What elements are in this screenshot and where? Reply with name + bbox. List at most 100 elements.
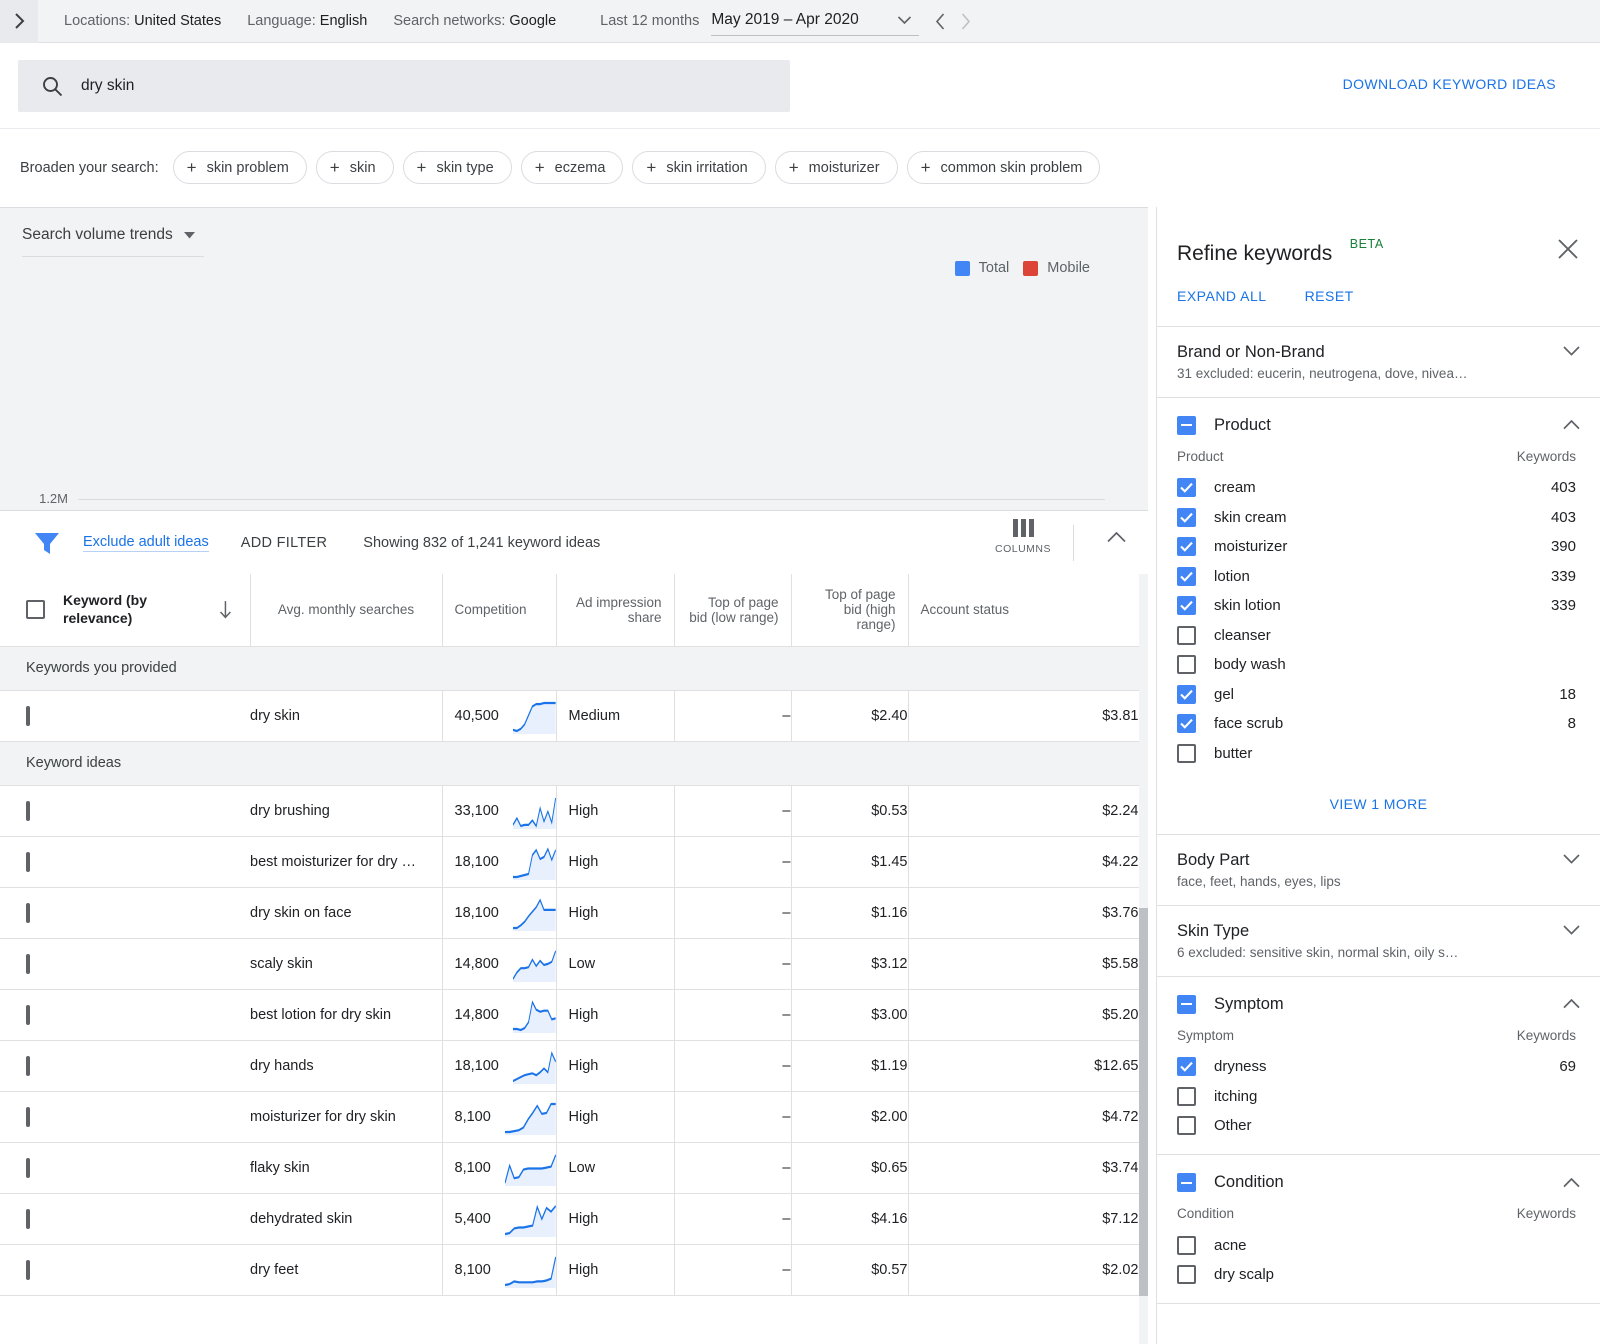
row-checkbox-cell[interactable] bbox=[0, 785, 250, 836]
refine-option[interactable]: cleanser bbox=[1177, 620, 1580, 650]
column-top-of-page-bid-high[interactable]: Top of page bid (high range) bbox=[791, 574, 908, 646]
row-checkbox-cell[interactable] bbox=[0, 1193, 250, 1244]
broaden-chip-common-skin-problem[interactable]: +common skin problem bbox=[907, 151, 1101, 184]
table-row[interactable]: best moisturizer for dry …18,100High–$1.… bbox=[0, 836, 1139, 887]
row-checkbox-cell[interactable] bbox=[0, 1040, 250, 1091]
refine-option[interactable]: dry scalp bbox=[1177, 1260, 1580, 1290]
refine-option-checkbox[interactable] bbox=[1177, 1265, 1196, 1284]
column-account-status[interactable]: Account status bbox=[908, 574, 1139, 646]
exclude-adult-ideas-link[interactable]: Exclude adult ideas bbox=[83, 534, 209, 552]
select-all-checkbox[interactable] bbox=[26, 600, 45, 619]
refine-section-header[interactable]: Skin Type6 excluded: sensitive skin, nor… bbox=[1157, 906, 1600, 976]
refine-option-checkbox[interactable] bbox=[1177, 1087, 1196, 1106]
refine-option-checkbox[interactable] bbox=[1177, 714, 1196, 733]
search-networks-filter[interactable]: Search networks: Google bbox=[393, 13, 556, 29]
table-row[interactable]: dry feet8,100High–$0.57$2.02 bbox=[0, 1244, 1139, 1295]
refine-option-checkbox[interactable] bbox=[1177, 508, 1196, 527]
table-scrollbar-thumb[interactable] bbox=[1139, 908, 1148, 1296]
column-ad-impression-share[interactable]: Ad impression share bbox=[556, 574, 674, 646]
row-checkbox[interactable] bbox=[26, 1158, 30, 1178]
table-row[interactable]: moisturizer for dry skin8,100High–$2.00$… bbox=[0, 1091, 1139, 1142]
refine-section-header[interactable]: Body Partface, feet, hands, eyes, lips bbox=[1157, 835, 1600, 905]
keyword-search-input[interactable]: dry skin bbox=[18, 60, 790, 112]
refine-option[interactable]: skin cream403 bbox=[1177, 502, 1580, 532]
reset-button[interactable]: RESET bbox=[1305, 288, 1354, 304]
download-keyword-ideas-button[interactable]: DOWNLOAD KEYWORD IDEAS bbox=[1343, 76, 1556, 92]
row-checkbox[interactable] bbox=[26, 1209, 30, 1229]
row-checkbox-cell[interactable] bbox=[0, 836, 250, 887]
view-more-button[interactable]: VIEW 1 MORE bbox=[1330, 796, 1428, 812]
table-row[interactable]: dry skin on face18,100High–$1.16$3.76 bbox=[0, 887, 1139, 938]
broaden-chip-moisturizer[interactable]: +moisturizer bbox=[775, 151, 898, 184]
date-range-selector[interactable]: May 2019 – Apr 2020 bbox=[711, 7, 919, 36]
refine-option-checkbox[interactable] bbox=[1177, 1236, 1196, 1255]
sidebar-expand-button[interactable] bbox=[0, 0, 38, 43]
row-checkbox[interactable] bbox=[26, 1056, 30, 1076]
deselect-all-checkbox[interactable] bbox=[1177, 416, 1196, 435]
columns-button[interactable]: COLUMNS bbox=[994, 519, 1052, 555]
column-keyword[interactable]: Keyword (by relevance) bbox=[0, 574, 250, 646]
table-row[interactable]: flaky skin8,100Low–$0.65$3.74 bbox=[0, 1142, 1139, 1193]
row-checkbox[interactable] bbox=[26, 706, 30, 726]
row-checkbox-cell[interactable] bbox=[0, 1142, 250, 1193]
table-row[interactable]: dry skin40,500Medium–$2.40$3.81 bbox=[0, 690, 1139, 741]
table-row[interactable]: best lotion for dry skin14,800High–$3.00… bbox=[0, 989, 1139, 1040]
refine-section-header[interactable]: Product bbox=[1157, 398, 1600, 449]
refine-option[interactable]: gel18 bbox=[1177, 679, 1580, 709]
refine-section-header[interactable]: Symptom bbox=[1157, 977, 1600, 1028]
table-row[interactable]: dehydrated skin5,400High–$4.16$7.12 bbox=[0, 1193, 1139, 1244]
sort-descending-icon[interactable] bbox=[219, 601, 232, 619]
refine-option-checkbox[interactable] bbox=[1177, 537, 1196, 556]
row-checkbox[interactable] bbox=[26, 1107, 30, 1127]
refine-option-checkbox[interactable] bbox=[1177, 596, 1196, 615]
refine-option[interactable]: body wash bbox=[1177, 650, 1580, 680]
broaden-chip-skin[interactable]: +skin bbox=[316, 151, 394, 184]
row-checkbox-cell[interactable] bbox=[0, 887, 250, 938]
row-checkbox[interactable] bbox=[26, 852, 30, 872]
deselect-all-checkbox[interactable] bbox=[1177, 995, 1196, 1014]
refine-option[interactable]: itching bbox=[1177, 1081, 1580, 1111]
column-avg-monthly-searches[interactable]: Avg. monthly searches bbox=[250, 574, 442, 646]
refine-section-header[interactable]: Brand or Non-Brand31 excluded: eucerin, … bbox=[1157, 327, 1600, 397]
row-checkbox[interactable] bbox=[26, 1005, 30, 1025]
locations-filter[interactable]: Locations: United States bbox=[64, 13, 221, 29]
add-filter-button[interactable]: ADD FILTER bbox=[241, 535, 328, 551]
broaden-chip-skin-problem[interactable]: +skin problem bbox=[173, 151, 307, 184]
row-checkbox[interactable] bbox=[26, 954, 30, 974]
chevron-left-icon[interactable] bbox=[935, 13, 946, 30]
broaden-chip-skin-irritation[interactable]: +skin irritation bbox=[632, 151, 765, 184]
table-row[interactable]: scaly skin14,800Low–$3.12$5.58 bbox=[0, 938, 1139, 989]
row-checkbox[interactable] bbox=[26, 903, 30, 923]
refine-option[interactable]: butter bbox=[1177, 738, 1580, 768]
row-checkbox-cell[interactable] bbox=[0, 938, 250, 989]
language-filter[interactable]: Language: English bbox=[247, 13, 367, 29]
chevron-up-icon[interactable] bbox=[1107, 531, 1126, 543]
refine-option-checkbox[interactable] bbox=[1177, 655, 1196, 674]
filter-funnel-icon[interactable] bbox=[33, 530, 61, 556]
refine-option-checkbox[interactable] bbox=[1177, 1116, 1196, 1135]
refine-option-checkbox[interactable] bbox=[1177, 744, 1196, 763]
refine-option[interactable]: face scrub8 bbox=[1177, 709, 1580, 739]
refine-option[interactable]: skin lotion339 bbox=[1177, 591, 1580, 621]
refine-option-checkbox[interactable] bbox=[1177, 626, 1196, 645]
column-competition[interactable]: Competition bbox=[442, 574, 556, 646]
refine-option[interactable]: moisturizer390 bbox=[1177, 532, 1580, 562]
refine-option-checkbox[interactable] bbox=[1177, 567, 1196, 586]
refine-option-checkbox[interactable] bbox=[1177, 478, 1196, 497]
refine-section-header[interactable]: Condition bbox=[1157, 1155, 1600, 1206]
refine-option-checkbox[interactable] bbox=[1177, 1057, 1196, 1076]
column-top-of-page-bid-low[interactable]: Top of page bid (low range) bbox=[674, 574, 791, 646]
broaden-chip-skin-type[interactable]: +skin type bbox=[403, 151, 512, 184]
refine-option[interactable]: Other bbox=[1177, 1111, 1580, 1141]
close-icon[interactable] bbox=[1556, 237, 1580, 261]
deselect-all-checkbox[interactable] bbox=[1177, 1173, 1196, 1192]
row-checkbox-cell[interactable] bbox=[0, 1091, 250, 1142]
row-checkbox-cell[interactable] bbox=[0, 989, 250, 1040]
row-checkbox[interactable] bbox=[26, 801, 30, 821]
table-row[interactable]: dry hands18,100High–$1.19$12.65 bbox=[0, 1040, 1139, 1091]
table-row[interactable]: dry brushing33,100High–$0.53$2.24 bbox=[0, 785, 1139, 836]
row-checkbox[interactable] bbox=[26, 1260, 30, 1280]
expand-all-button[interactable]: EXPAND ALL bbox=[1177, 288, 1267, 304]
refine-option-checkbox[interactable] bbox=[1177, 685, 1196, 704]
chevron-right-icon[interactable] bbox=[960, 13, 971, 30]
